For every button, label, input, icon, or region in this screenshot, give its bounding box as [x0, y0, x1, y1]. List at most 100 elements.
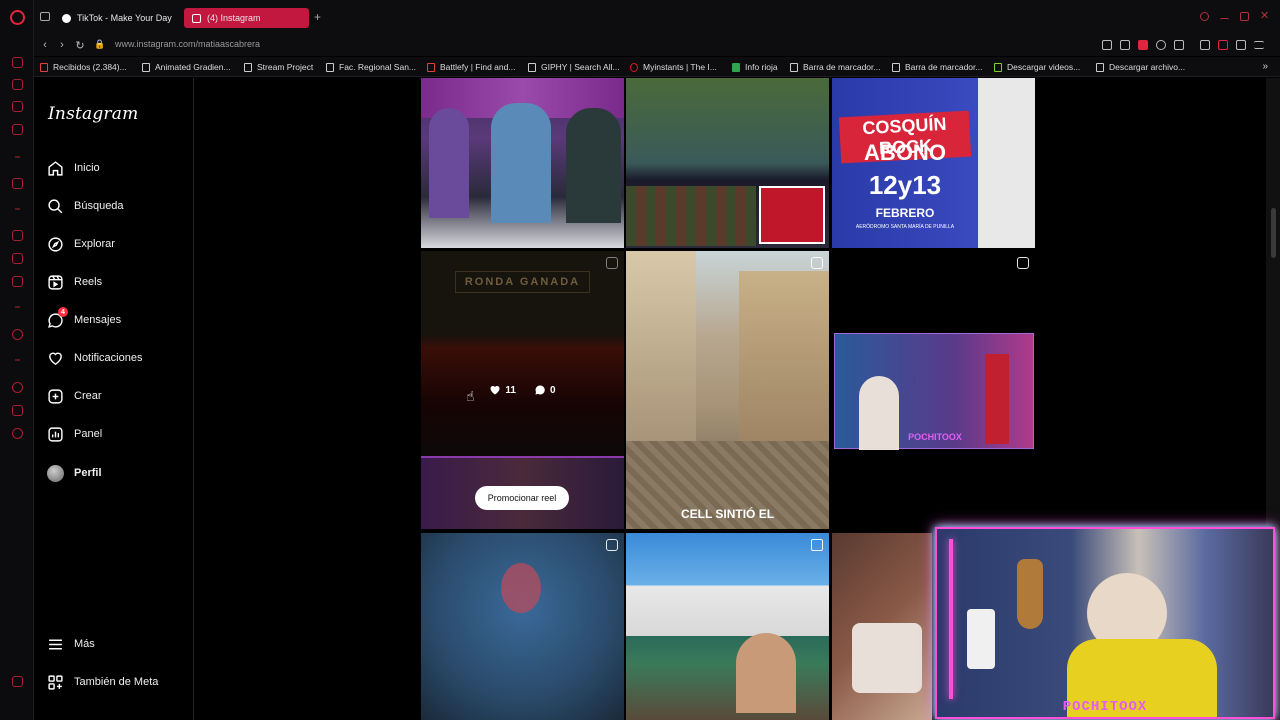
nav-tambien-de-meta[interactable]: También de Meta	[46, 670, 158, 694]
forward-button[interactable]: ›	[56, 39, 68, 51]
bookmark-folder[interactable]: Barra de marcador...	[790, 62, 880, 72]
bookmark-item[interactable]: Animated Gradien...	[142, 62, 231, 72]
menu-icon	[46, 635, 64, 653]
instagram-icon[interactable]	[12, 124, 23, 135]
extensions-icon[interactable]	[1200, 40, 1210, 50]
tab-label: TikTok - Make Your Day	[77, 13, 172, 23]
lock-icon: 🔒	[94, 39, 106, 49]
nav-crear[interactable]: Crear	[46, 384, 102, 408]
settings-icon[interactable]	[12, 428, 23, 439]
aria-icon[interactable]	[12, 178, 23, 189]
nav-busqueda[interactable]: Búsqueda	[46, 194, 124, 218]
address-bar: ‹ › ↻ 🔒 www.instagram.com/matiaascabrera	[34, 34, 1280, 56]
post-tile[interactable]: CELL SINTIÓ EL	[626, 251, 829, 529]
nav-reels[interactable]: Reels	[46, 270, 102, 294]
instagram-logo[interactable]: Instagram	[48, 104, 138, 124]
page-icon	[1096, 62, 1104, 72]
messenger-icon: 4	[46, 307, 68, 329]
myinstants-icon	[630, 62, 638, 72]
post-tile[interactable]: POCHITOOX	[832, 251, 1035, 529]
bookmark-item[interactable]: Descargar videos...	[994, 62, 1080, 72]
heart-icon	[46, 349, 64, 367]
nav-mas[interactable]: Más	[46, 632, 95, 656]
download-arrow-icon	[994, 62, 1002, 72]
nav-perfil[interactable]: Perfil	[46, 461, 102, 485]
vpn-icon[interactable]	[1156, 40, 1166, 50]
download-icon[interactable]	[1236, 40, 1246, 50]
url-field[interactable]: www.instagram.com/matiaascabrera	[115, 39, 260, 49]
close-icon[interactable]: ✕	[1260, 9, 1269, 22]
bookmark-item[interactable]: Myinstants | The I...	[630, 62, 717, 72]
shield-icon[interactable]	[1138, 40, 1148, 50]
new-tab-button[interactable]: +	[314, 10, 321, 24]
heart-icon	[490, 386, 500, 395]
unread-badge: 4	[58, 307, 68, 317]
tile-text: POCHITOOX	[908, 432, 962, 442]
likes-stat: 11	[489, 384, 516, 396]
nav-mensajes[interactable]: 4 Mensajes	[46, 307, 121, 332]
chart-icon	[46, 425, 64, 443]
whatsapp-icon[interactable]	[12, 253, 23, 264]
post-tile[interactable]	[421, 78, 624, 248]
reload-button[interactable]: ↻	[74, 39, 86, 52]
bookmark-item[interactable]: Recibidos (2.384)...	[40, 62, 127, 72]
bookmark-item[interactable]: Fac. Regional San...	[326, 62, 416, 72]
history-icon[interactable]	[12, 382, 23, 393]
search-icon	[46, 197, 64, 215]
post-tile[interactable]	[626, 533, 829, 720]
bookmark-item[interactable]: Battlefy | Find and...	[427, 62, 515, 72]
home-icon	[46, 159, 64, 177]
gx-icon[interactable]	[12, 676, 23, 687]
post-tile[interactable]	[421, 533, 624, 720]
bookmark-item[interactable]: Stream Project	[244, 62, 313, 72]
tab-instagram[interactable]: (4) Instagram	[184, 8, 309, 28]
mouse-cursor: ☝	[466, 388, 475, 404]
opera-logo-icon[interactable]	[10, 10, 25, 25]
back-button[interactable]: ‹	[39, 39, 51, 51]
menu-icon[interactable]	[1254, 41, 1264, 49]
tab-strip: TikTok - Make Your Day (4) Instagram + ✕	[34, 0, 1280, 34]
comment-icon	[535, 385, 545, 395]
nav-explorar[interactable]: Explorar	[46, 232, 115, 256]
promote-reel-button[interactable]: Promocionar reel	[475, 486, 569, 510]
snapshot-icon[interactable]	[1120, 40, 1130, 50]
minimize-icon[interactable]	[1220, 18, 1229, 27]
maximize-icon[interactable]	[1240, 12, 1249, 21]
bookmark-item[interactable]: Descargar archivo...	[1096, 62, 1185, 72]
reel-icon	[1017, 257, 1029, 269]
tab-label: (4) Instagram	[207, 13, 261, 23]
multi-photo-icon	[811, 539, 823, 551]
twitch-icon[interactable]	[12, 230, 23, 241]
tab-switcher-icon[interactable]	[40, 12, 50, 21]
gmail-icon	[40, 62, 48, 72]
post-tile[interactable]: COSQUÍN ROCK ABONO 12y13 FEBRERO AERÓDRO…	[832, 78, 1035, 248]
pin-icon[interactable]	[1102, 40, 1112, 50]
bookmark-item[interactable]: Info rioja	[732, 62, 778, 72]
search-tabs-icon[interactable]	[1200, 12, 1209, 21]
scroll-thumb[interactable]	[1271, 208, 1276, 258]
cube-icon[interactable]	[12, 405, 23, 416]
messenger-icon[interactable]	[12, 57, 23, 68]
record-icon[interactable]	[12, 329, 23, 340]
bookmark-item[interactable]: GIPHY | Search All...	[528, 62, 620, 72]
giphy-icon	[528, 62, 536, 72]
aria-icon[interactable]	[1218, 40, 1228, 50]
bag-icon[interactable]	[12, 79, 23, 90]
nav-inicio[interactable]: Inicio	[46, 156, 100, 180]
page-icon	[244, 62, 252, 72]
nav-panel[interactable]: Panel	[46, 422, 102, 446]
nav-notificaciones[interactable]: Notificaciones	[46, 346, 142, 370]
sheets-icon	[732, 62, 740, 72]
page-icon	[326, 62, 334, 72]
tile-text: AERÓDROMO SANTA MARÍA DE PUNILLA	[855, 224, 955, 230]
heart-icon[interactable]	[1174, 40, 1184, 50]
bookmarks-more-icon[interactable]: »	[1262, 61, 1268, 72]
x-icon[interactable]	[12, 276, 23, 287]
post-tile[interactable]	[832, 533, 932, 720]
bookmark-folder[interactable]: Barra de marcador...	[892, 62, 982, 72]
tab-tiktok[interactable]: TikTok - Make Your Day	[54, 8, 182, 28]
reel-icon	[811, 257, 823, 269]
chat-icon[interactable]	[12, 101, 23, 112]
post-tile[interactable]	[626, 78, 829, 248]
meta-grid-icon	[46, 673, 64, 691]
